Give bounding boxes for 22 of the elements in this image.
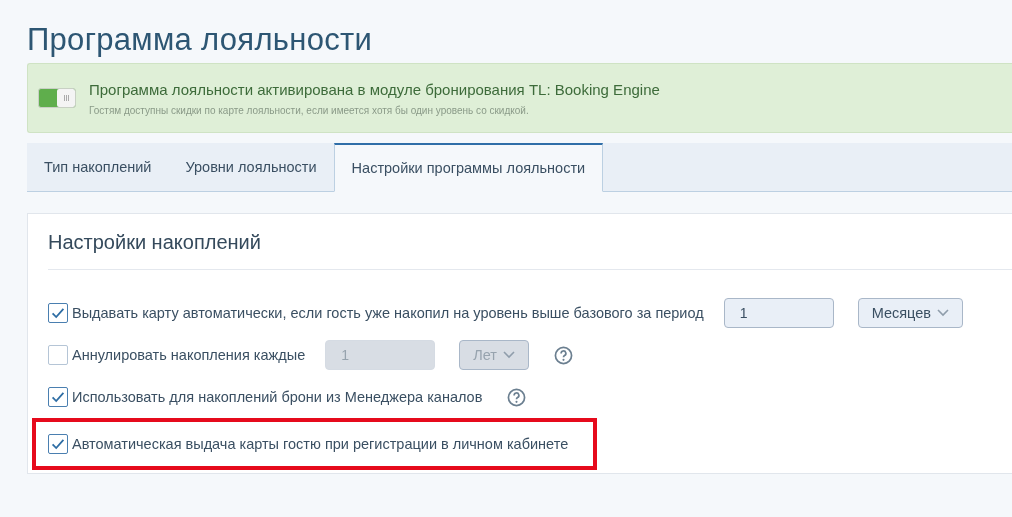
chevron-down-icon [937,309,949,317]
checkbox-label: Аннулировать накопления каждые [72,347,306,363]
tab[interactable]: Уровни лояльности [168,143,334,191]
checkbox-label: Выдавать карту автоматически, если гость уже накопил на уровень выше базового за период [72,305,704,321]
checkbox[interactable] [48,345,68,365]
toggle-switch[interactable] [38,88,76,108]
page-title: Программа лояльности [27,21,374,59]
checkbox[interactable] [48,434,68,454]
section-title: Настройки накоплений [48,214,1012,270]
checkbox[interactable] [48,303,68,323]
chevron-down-icon [502,351,515,359]
checkbox-label: Автоматическая выдача карты гостю при регистрации в личном кабинете [72,436,569,452]
period-dropdown[interactable]: Месяцев [857,298,963,328]
banner-subtitle: Гостям доступны скидки по карте лояльности, если имеется хотя бы один уровень со скидкой. [89,104,530,116]
checkbox-label: Использовать для накоплений брони из Менеджера каналов [72,389,483,405]
help-icon[interactable] [507,387,527,407]
tab[interactable]: Настройки программы лояльности [333,143,604,192]
tab[interactable]: Тип накоплений [27,143,169,191]
banner-title: Программа лояльности активирована в модуле бронирования TL: Booking Engine [89,80,660,98]
help-icon[interactable] [553,345,573,365]
checkbox[interactable] [48,387,68,407]
number-field[interactable]: 1 [723,298,834,328]
